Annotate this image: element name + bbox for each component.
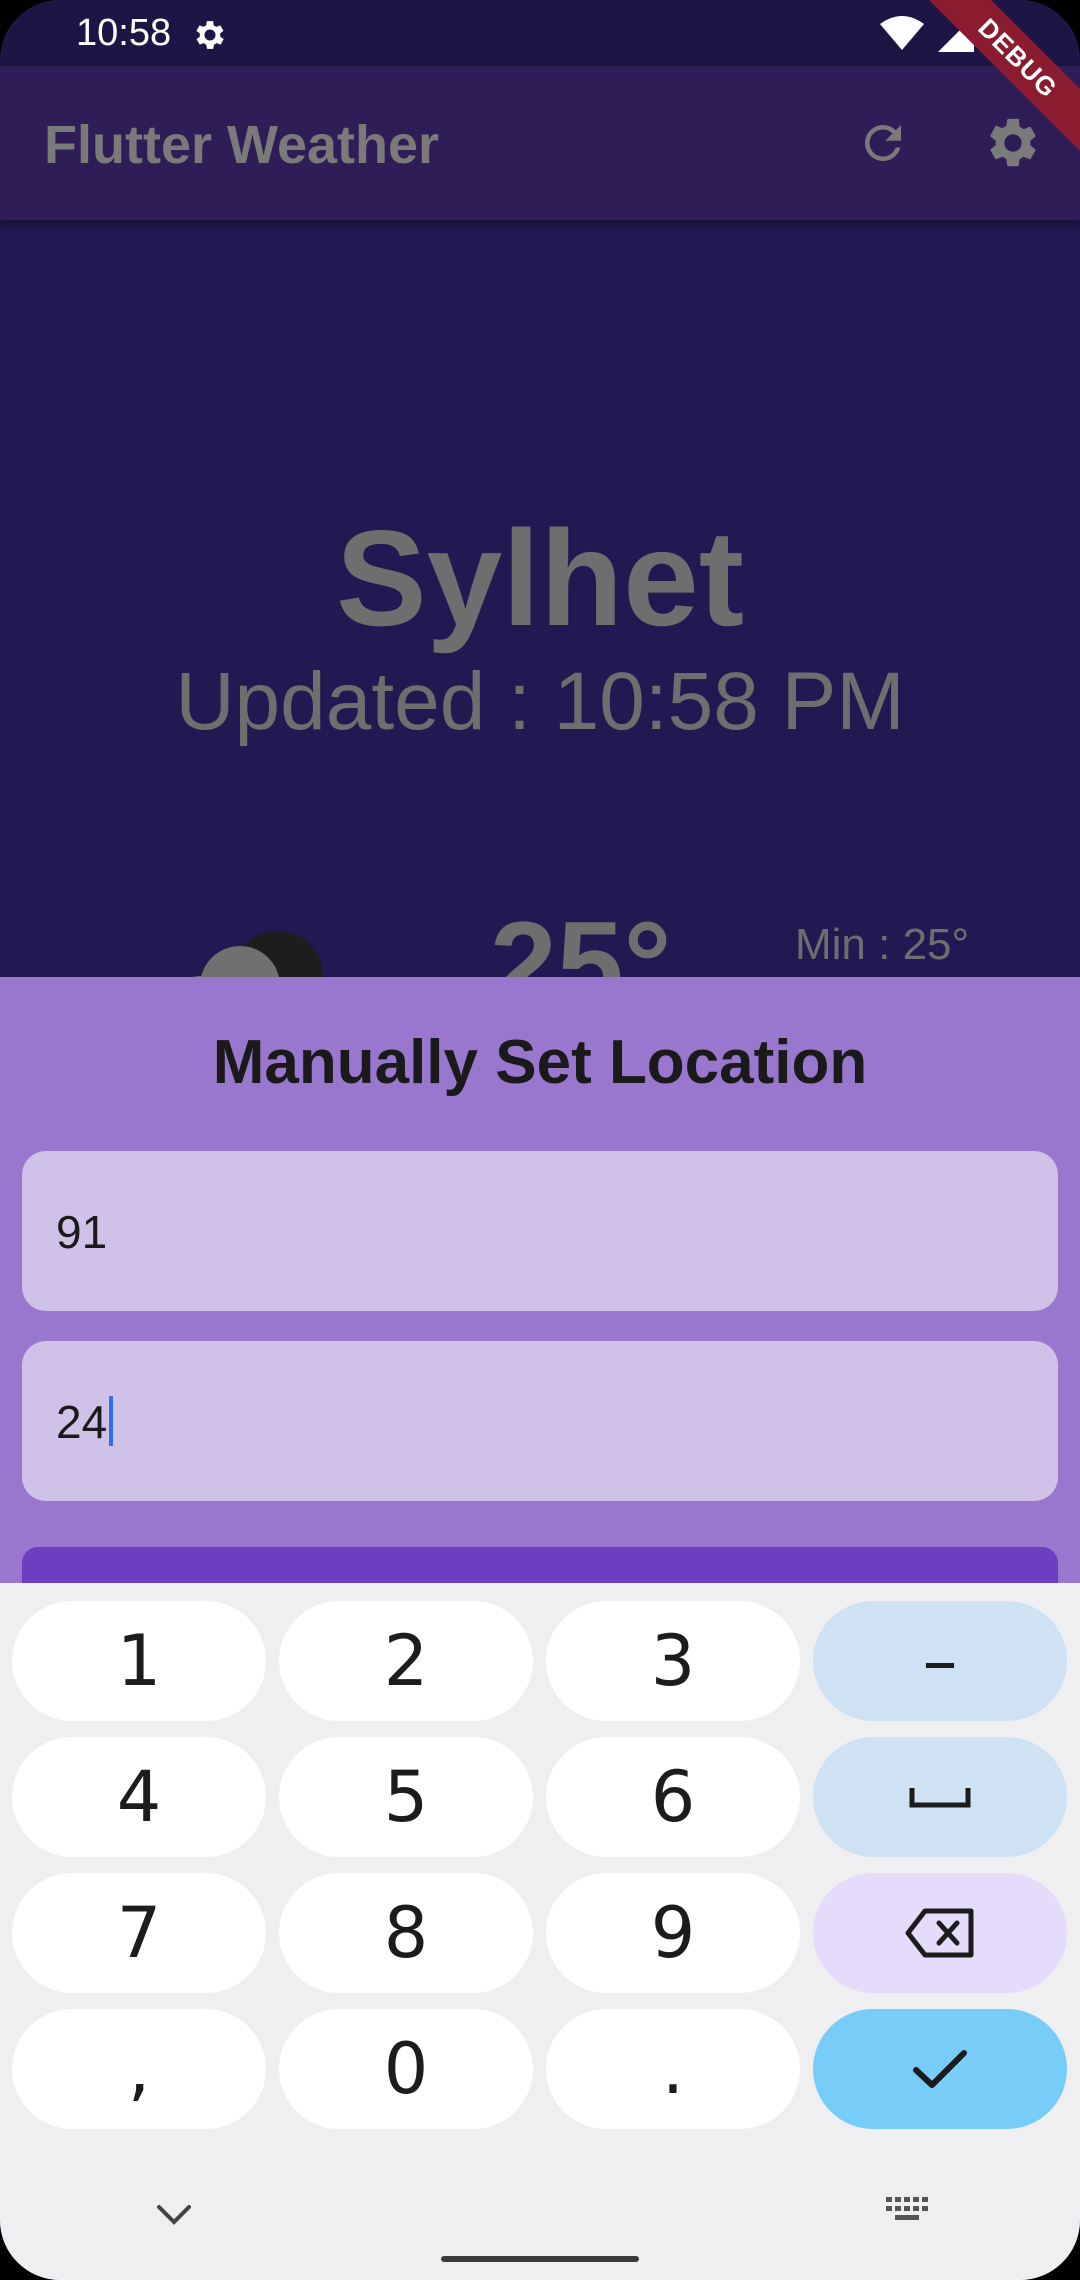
key-period[interactable]: . <box>546 2009 800 2129</box>
city-name: Sylhet <box>335 502 745 654</box>
backspace-icon <box>905 1908 974 1958</box>
key-1[interactable]: 1 <box>12 1601 266 1721</box>
latitude-field[interactable]: 24 <box>22 1341 1058 1501</box>
key-9[interactable]: 9 <box>546 1873 800 1993</box>
key-backspace[interactable]: ⌫ <box>813 1873 1067 1993</box>
hide-keyboard-icon[interactable] <box>156 2203 192 2227</box>
home-indicator[interactable] <box>441 2256 639 2262</box>
longitude-field[interactable]: 91 <box>22 1151 1058 1311</box>
key-enter[interactable]: ✓ <box>813 2009 1067 2129</box>
key-4[interactable]: 4 <box>12 1737 266 1857</box>
key-space[interactable]: ␣ <box>813 1737 1067 1857</box>
key-minus[interactable]: – <box>813 1601 1067 1721</box>
sheet-title: Manually Set Location <box>212 1028 868 1097</box>
space-icon <box>909 1788 971 1808</box>
key-8[interactable]: 8 <box>279 1873 533 1993</box>
min-temperature: Min : 25° <box>795 920 970 969</box>
text-cursor <box>109 1396 114 1446</box>
key-7[interactable]: 7 <box>12 1873 266 1993</box>
key-2[interactable]: 2 <box>279 1601 533 1721</box>
screen: 10:58 DEBUG Flutter Weather Sylhet Updat… <box>0 0 1080 2280</box>
longitude-value: 91 <box>56 1206 108 1258</box>
status-time: 10:58 <box>76 12 172 54</box>
status-bar: 10:58 <box>0 0 1080 66</box>
keyboard-switch-icon[interactable] <box>886 2197 930 2229</box>
key-5[interactable]: 5 <box>279 1737 533 1857</box>
key-comma[interactable]: , <box>12 2009 266 2129</box>
latitude-value-wrapper: 24 <box>56 1395 114 1449</box>
numeric-keyboard: 1 2 3 – 4 5 6 ␣ 7 8 9 ⌫ , 0 . <box>0 1583 1080 2280</box>
checkmark-icon <box>913 2050 967 2088</box>
refresh-icon[interactable] <box>856 116 910 170</box>
settings-icon[interactable] <box>984 114 1042 172</box>
app-bar: Flutter Weather <box>0 66 1080 220</box>
latitude-value: 24 <box>56 1396 108 1448</box>
key-6[interactable]: 6 <box>546 1737 800 1857</box>
wifi-icon <box>880 16 924 50</box>
key-3[interactable]: 3 <box>546 1601 800 1721</box>
settings-icon <box>196 21 224 49</box>
updated-time: Updated : 10:58 PM <box>175 656 905 747</box>
key-0[interactable]: 0 <box>279 2009 533 2129</box>
app-title: Flutter Weather <box>44 115 440 175</box>
